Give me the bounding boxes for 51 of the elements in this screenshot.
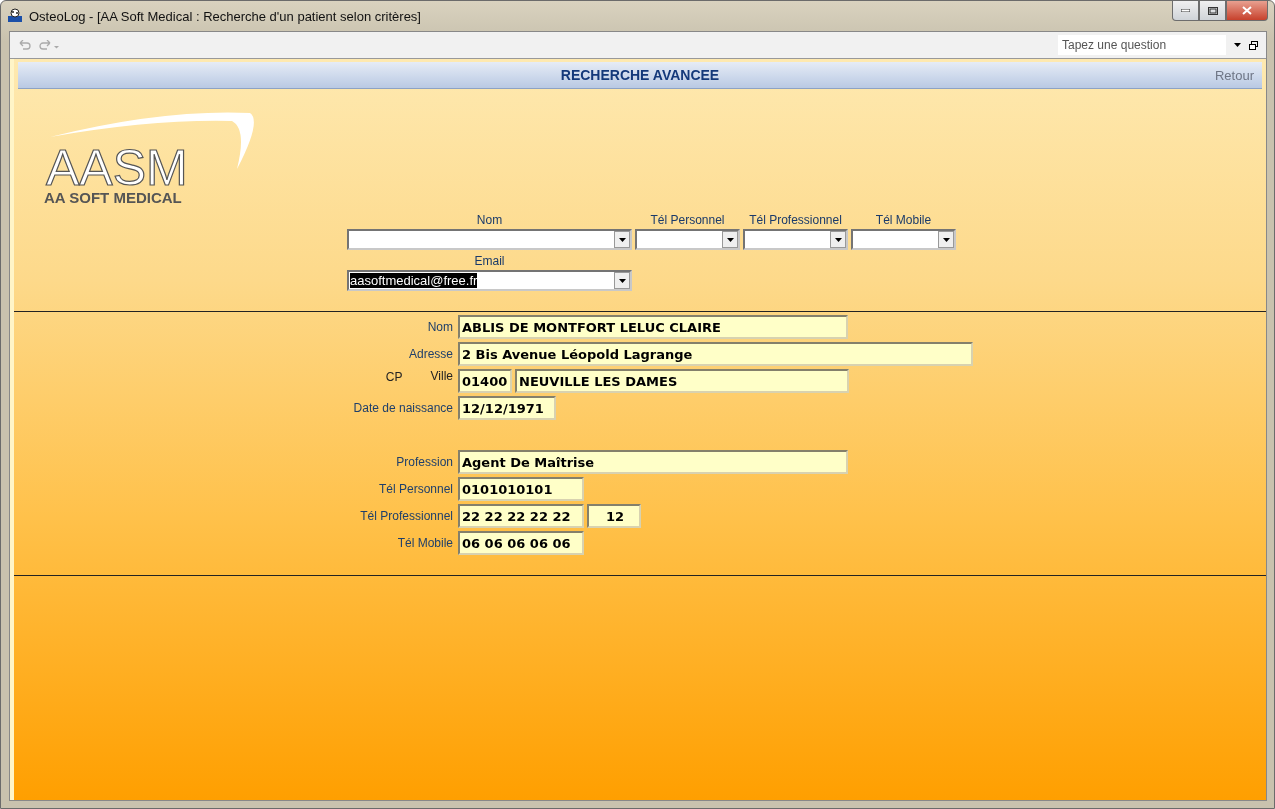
caret-icon (942, 237, 950, 242)
caret-icon (726, 237, 734, 242)
restore-icon[interactable] (1249, 40, 1258, 50)
search-label: Nom (476, 213, 503, 227)
input-field[interactable]: NEUVILLE LES DAMES (515, 369, 849, 393)
dropdown-button[interactable] (722, 231, 738, 248)
app-icon (7, 8, 23, 24)
field-label: Date de naissance (353, 401, 453, 415)
field-label: Nom (427, 320, 453, 334)
maximize-icon (1207, 6, 1218, 15)
dropdown-button[interactable] (614, 272, 630, 289)
input-field[interactable]: 12/12/1971 (458, 396, 556, 420)
input-field[interactable]: 0101010101 (458, 477, 584, 501)
input-field[interactable]: 2 Bis Avenue Léopold Lagrange (458, 342, 973, 366)
page-title: RECHERCHE AVANCEE (560, 67, 720, 83)
input-field[interactable]: 12 (587, 504, 641, 528)
dropdown-button[interactable] (614, 231, 630, 248)
search-label: Email (474, 254, 505, 268)
field-label: Ville (430, 369, 453, 383)
dropdown-button[interactable] (938, 231, 954, 248)
minimize-icon (1181, 9, 1190, 12)
close-icon (1242, 6, 1252, 15)
email-combo[interactable]: aasoftmedical@free.fr (347, 270, 632, 291)
search-combo[interactable] (347, 229, 632, 250)
maximize-button[interactable] (1199, 1, 1226, 21)
field-label: Adresse (408, 347, 453, 361)
search-combo[interactable] (851, 229, 956, 250)
input-field[interactable]: 01400 (458, 369, 512, 393)
caret-icon[interactable] (1234, 43, 1241, 47)
caret-icon (618, 278, 626, 283)
search-label: Tél Personnel (650, 213, 725, 227)
field-label: Profession (396, 455, 453, 469)
caret-icon (834, 237, 842, 242)
dropdown-button[interactable] (830, 231, 846, 248)
search-combo[interactable] (635, 229, 740, 250)
minimize-button[interactable] (1172, 1, 1199, 21)
field-label: Tél Mobile (397, 536, 453, 550)
question-field[interactable]: Tapez une question (1058, 35, 1226, 55)
window-title: OsteoLog - [AA Soft Medical : Recherche d'un patient selon critères] (29, 8, 422, 24)
input-field[interactable]: ABLIS DE MONTFORT LELUC CLAIRE (458, 315, 848, 339)
field-label: Tél Professionnel (360, 509, 453, 523)
caret-icon (618, 237, 626, 242)
input-field[interactable]: 22 22 22 22 22 (458, 504, 584, 528)
field-label: CP (385, 369, 403, 384)
input-field[interactable]: 06 06 06 06 06 (458, 531, 584, 555)
search-label: Tél Professionnel (749, 213, 842, 227)
close-button[interactable] (1226, 1, 1268, 21)
field-label: Tél Personnel (378, 482, 453, 496)
search-label: Tél Mobile (875, 213, 932, 227)
input-field[interactable]: Agent De Maîtrise (458, 450, 848, 474)
search-combo[interactable] (743, 229, 848, 250)
